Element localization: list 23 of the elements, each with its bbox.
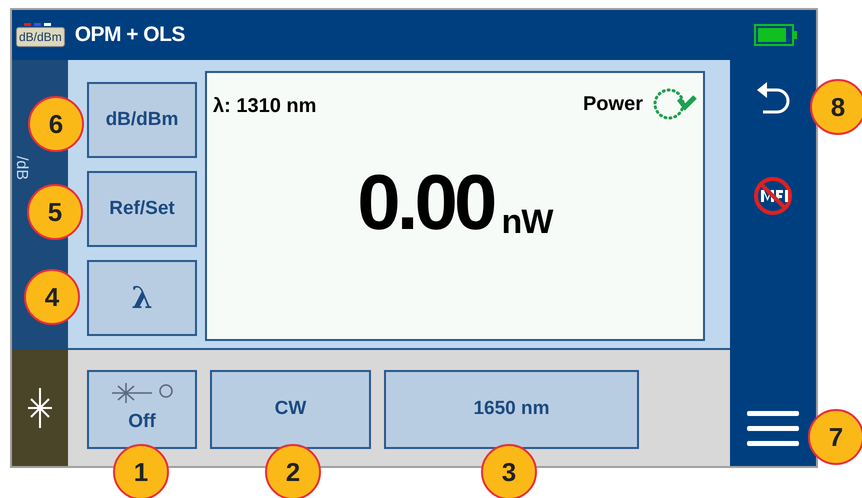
unit-badge: dB/dBm [16, 27, 65, 47]
source-toggle-button[interactable]: Off [87, 370, 197, 448]
side-button[interactable]: Ref/Set [87, 171, 197, 247]
source-setting-button[interactable]: CW [210, 370, 371, 448]
side-button[interactable]: dB/dBm [87, 82, 197, 158]
side-button[interactable]: λ [87, 260, 197, 336]
no-mfi-icon[interactable] [753, 176, 793, 216]
status-dots-icon [24, 23, 51, 26]
battery-icon [754, 24, 798, 46]
power-unit: nW [502, 205, 553, 239]
menu-icon[interactable] [747, 410, 799, 448]
back-icon[interactable] [755, 80, 791, 116]
asterisk-icon[interactable] [27, 388, 53, 428]
refresh-check-icon [651, 87, 697, 121]
power-reading: 0.00 [357, 163, 494, 241]
source-setting-button[interactable]: 1650 nm [384, 370, 639, 448]
window-title: OPM + OLS [74, 22, 185, 48]
side-tab[interactable]: /dB [14, 154, 28, 182]
callout-number: 8 [810, 79, 862, 135]
laser-off-icon [110, 382, 174, 404]
mode-label: Power [582, 92, 643, 117]
callout-number: 7 [808, 409, 862, 465]
wavelength-label: λ: 1310 nm [213, 94, 316, 119]
